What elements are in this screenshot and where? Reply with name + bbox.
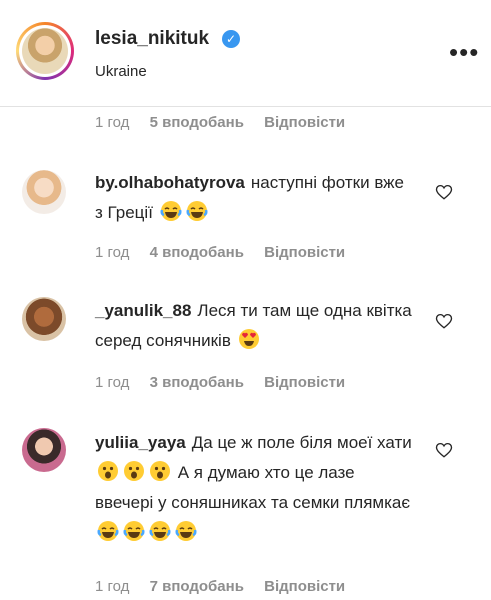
tears-of-joy-emoji-icon bbox=[186, 201, 208, 221]
comment-username[interactable]: yuliia_yaya bbox=[95, 433, 186, 452]
astonished-emoji-icon bbox=[124, 461, 144, 481]
comment-time: 1 год bbox=[95, 244, 130, 261]
like-heart-icon[interactable] bbox=[435, 183, 453, 201]
reply-button[interactable]: Відповісти bbox=[264, 374, 345, 391]
comment-text: _yanulik_88 Леся ти там ще одна квітка се… bbox=[95, 296, 415, 356]
reply-button[interactable]: Відповісти bbox=[264, 114, 345, 131]
comment-likes[interactable]: 3 вподобань bbox=[150, 374, 244, 391]
reply-button[interactable]: Відповісти bbox=[264, 244, 345, 261]
comment-time: 1 год bbox=[95, 114, 130, 131]
avatar[interactable] bbox=[16, 22, 74, 80]
avatar[interactable] bbox=[22, 170, 66, 214]
like-heart-icon[interactable] bbox=[435, 312, 453, 330]
comment-likes[interactable]: 4 вподобань bbox=[150, 244, 244, 261]
verified-badge-icon: ✓ bbox=[222, 30, 240, 48]
post-header: lesia_nikituk ✓ Ukraine ••• bbox=[0, 0, 491, 107]
comment-username[interactable]: _yanulik_88 bbox=[95, 301, 191, 320]
comment-likes[interactable]: 7 вподобань bbox=[150, 578, 244, 595]
comment-text: by.olhabohatyrova наступні фотки вже з Гр… bbox=[95, 168, 415, 228]
avatar[interactable] bbox=[22, 428, 66, 472]
comment-text: yuliia_yaya Да це ж поле біля моеї хати А… bbox=[95, 428, 415, 548]
reply-button[interactable]: Відповісти bbox=[264, 578, 345, 595]
comment-likes[interactable]: 5 вподобань bbox=[150, 114, 244, 131]
more-options-icon[interactable]: ••• bbox=[449, 39, 479, 65]
post-username[interactable]: lesia_nikituk bbox=[95, 28, 209, 50]
tears-of-joy-emoji-icon bbox=[160, 201, 182, 221]
tears-of-joy-emoji-icon bbox=[97, 521, 119, 541]
comment-meta: 1 год 7 вподобань Відповісти bbox=[95, 578, 345, 595]
like-heart-icon[interactable] bbox=[435, 441, 453, 459]
comment-meta: 1 год 5 вподобань Відповісти bbox=[95, 114, 345, 131]
avatar[interactable] bbox=[22, 297, 66, 341]
astonished-emoji-icon bbox=[150, 461, 170, 481]
post-location[interactable]: Ukraine bbox=[95, 63, 147, 80]
tears-of-joy-emoji-icon bbox=[149, 521, 171, 541]
comment-username[interactable]: by.olhabohatyrova bbox=[95, 173, 245, 192]
comment-meta: 1 год 3 вподобань Відповісти bbox=[95, 374, 345, 391]
tears-of-joy-emoji-icon bbox=[123, 521, 145, 541]
tears-of-joy-emoji-icon bbox=[175, 521, 197, 541]
heart-eyes-emoji-icon bbox=[238, 329, 259, 349]
comment-body: Да це ж поле біля моеї хати bbox=[191, 433, 412, 452]
comment-time: 1 год bbox=[95, 578, 130, 595]
comment-meta: 1 год 4 вподобань Відповісти bbox=[95, 244, 345, 261]
comment-time: 1 год bbox=[95, 374, 130, 391]
astonished-emoji-icon bbox=[98, 461, 118, 481]
